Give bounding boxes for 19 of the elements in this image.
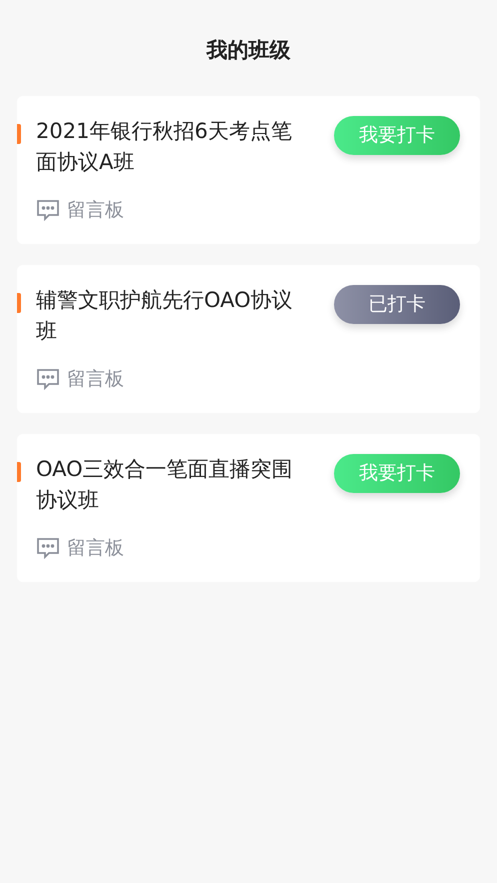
class-card[interactable]: 辅警文职护航先行OAO协议班 已打卡 留言板 [17, 265, 480, 413]
message-board-link[interactable]: 留言板 [67, 196, 124, 224]
message-icon [36, 368, 60, 390]
accent-bar [17, 293, 21, 313]
class-card[interactable]: 2021年银行秋招6天考点笔面协议A班 我要打卡 留言板 [17, 96, 480, 244]
class-card[interactable]: OAO三效合一笔面直播突围协议班 我要打卡 留言板 [17, 434, 480, 582]
page-title: 我的班级 [206, 37, 290, 64]
check-in-button[interactable]: 已打卡 [334, 285, 460, 324]
class-title: 2021年银行秋招6天考点笔面协议A班 [36, 118, 293, 176]
check-in-button[interactable]: 我要打卡 [334, 116, 460, 155]
message-icon [36, 537, 60, 560]
message-board-link[interactable]: 留言板 [67, 365, 124, 394]
accent-bar [17, 462, 21, 482]
check-in-button[interactable]: 我要打卡 [334, 454, 460, 493]
class-title: 辅警文职护航先行OAO协议班 [36, 287, 294, 345]
class-title: OAO三效合一笔面直播突围协议班 [36, 456, 294, 514]
message-icon [36, 199, 60, 222]
message-board-link[interactable]: 留言板 [67, 534, 124, 562]
accent-bar [17, 124, 21, 144]
